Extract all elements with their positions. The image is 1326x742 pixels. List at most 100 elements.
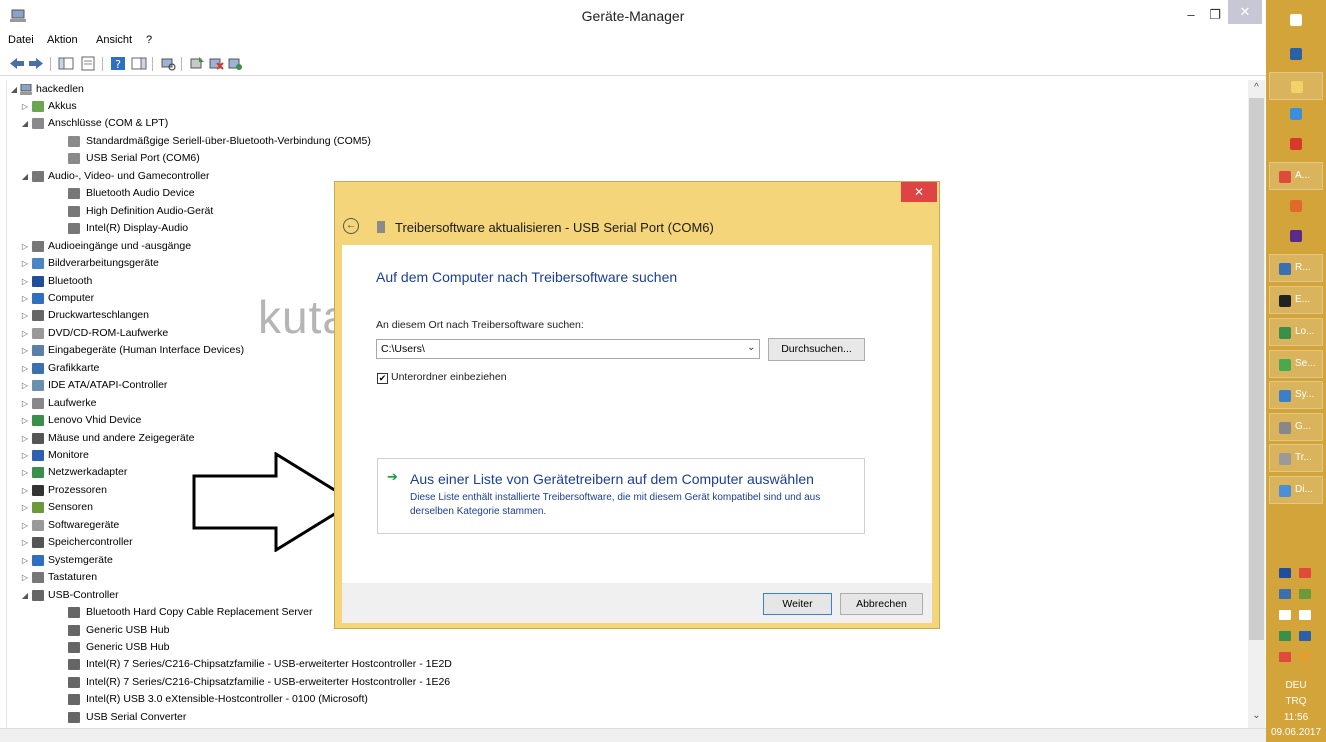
tray-icon[interactable] (1279, 652, 1291, 662)
taskbar-button[interactable] (1269, 130, 1323, 158)
tray-icon[interactable] (1299, 568, 1311, 578)
tray-icon[interactable] (1299, 631, 1311, 641)
scroll-up-arrow-icon[interactable]: ^ (1248, 82, 1265, 93)
tray-icon[interactable] (1279, 568, 1291, 578)
tree-item-label: Intel(R) USB 3.0 eXtensible-Hostcontroll… (86, 693, 368, 706)
dialog-title: Treibersoftware aktualisieren - USB Seri… (395, 220, 714, 235)
device-category-icon (32, 258, 44, 270)
properties-sheet-icon[interactable] (80, 56, 96, 71)
window-title: Geräte-Manager (581, 8, 685, 24)
taskbar-button[interactable]: E... (1269, 286, 1323, 314)
expand-arrow-icon[interactable]: ▷ (20, 238, 30, 255)
app-icon (1290, 14, 1302, 26)
back-arrow-icon[interactable] (9, 56, 25, 71)
choose-from-list-option[interactable]: ➔ Aus einer Liste von Gerätetreibern auf… (377, 458, 865, 534)
clock-time[interactable]: 11:56 (1266, 712, 1326, 723)
expand-arrow-icon[interactable]: ▷ (20, 342, 30, 359)
forward-arrow-icon[interactable] (28, 56, 44, 71)
browse-button[interactable]: Durchsuchen... (768, 338, 865, 361)
tree-item-label: USB Serial Port (COM6) (86, 152, 200, 165)
dialog-back-button[interactable]: ← (343, 218, 359, 234)
expand-arrow-icon[interactable]: ▷ (20, 412, 30, 429)
tray-icon[interactable] (1279, 610, 1291, 620)
taskbar-button[interactable]: Sy... (1269, 381, 1323, 409)
maximize-button[interactable]: ❐ (1204, 4, 1226, 26)
taskbar-button[interactable]: G... (1269, 413, 1323, 441)
scroll-down-arrow-icon[interactable]: ⌄ (1248, 710, 1265, 721)
include-subfolders-label[interactable]: Unterordner einbeziehen (391, 371, 507, 383)
vertical-scroll-thumb[interactable] (1249, 98, 1264, 640)
device-category-icon (32, 467, 44, 479)
taskbar-button[interactable]: Se... (1269, 350, 1323, 378)
clock-date[interactable]: 09.06.2017 (1266, 727, 1326, 738)
minimize-button[interactable]: – (1180, 4, 1202, 26)
menu-aktion[interactable]: Aktion (47, 34, 78, 46)
taskbar-button-label: G... (1295, 421, 1312, 432)
expand-arrow-icon[interactable]: ▷ (20, 395, 30, 412)
expand-arrow-icon[interactable]: ▷ (20, 499, 30, 516)
driver-path-combobox[interactable]: C:\Users\ (376, 339, 760, 359)
expand-arrow-icon[interactable]: ▷ (20, 517, 30, 534)
uninstall-device-icon[interactable] (227, 56, 243, 71)
expand-arrow-icon[interactable]: ▷ (20, 307, 30, 324)
tray-icon[interactable] (1279, 631, 1291, 641)
chevron-down-icon[interactable]: ⌄ (747, 342, 755, 353)
expand-arrow-icon[interactable]: ▷ (20, 360, 30, 377)
device-category-icon (32, 170, 44, 182)
show-hide-console-tree-icon[interactable] (58, 56, 74, 71)
update-driver-icon[interactable] (189, 56, 205, 71)
taskbar-button[interactable]: Lo... (1269, 318, 1323, 346)
expand-arrow-icon[interactable]: ▷ (20, 430, 30, 447)
expand-arrow-icon[interactable]: ▷ (20, 552, 30, 569)
cancel-button[interactable]: Abbrechen (840, 593, 923, 615)
tray-icon[interactable] (1299, 589, 1311, 599)
expand-arrow-icon[interactable]: ◢ (20, 168, 30, 185)
expand-arrow-icon[interactable]: ◢ (9, 81, 19, 98)
tray-icon[interactable] (1299, 652, 1311, 662)
taskbar-button[interactable] (1269, 40, 1323, 68)
taskbar-button[interactable] (1269, 222, 1323, 250)
language-indicator[interactable]: DEU (1266, 680, 1326, 691)
taskbar-button[interactable]: Tr... (1269, 444, 1323, 472)
taskbar-button[interactable] (1269, 6, 1323, 34)
expand-arrow-icon[interactable]: ▷ (20, 98, 30, 115)
menu-help[interactable]: ? (146, 34, 152, 46)
expand-arrow-icon[interactable]: ▷ (20, 255, 30, 272)
expand-arrow-icon[interactable]: ◢ (20, 587, 30, 604)
include-subfolders-checkbox[interactable]: ✔ (377, 373, 388, 384)
taskbar-button[interactable]: R... (1269, 254, 1323, 282)
expand-arrow-icon[interactable]: ▷ (20, 569, 30, 586)
expand-arrow-icon[interactable]: ▷ (20, 447, 30, 464)
expand-arrow-icon[interactable]: ▷ (20, 464, 30, 481)
scan-hardware-icon[interactable] (160, 56, 176, 71)
expand-arrow-icon[interactable]: ◢ (20, 115, 30, 132)
menu-datei[interactable]: Datei (8, 34, 34, 46)
expand-arrow-icon[interactable]: ▷ (20, 377, 30, 394)
menu-ansicht[interactable]: Ansicht (96, 34, 132, 46)
expand-arrow-icon[interactable]: ▷ (20, 325, 30, 342)
disable-device-icon[interactable] (208, 56, 224, 71)
expand-arrow-icon[interactable]: ▷ (20, 482, 30, 499)
next-button[interactable]: Weiter (763, 593, 832, 615)
device-category-icon (32, 275, 44, 287)
taskbar-button[interactable]: A... (1269, 162, 1323, 190)
close-button[interactable]: ✕ (1228, 0, 1262, 24)
toolbar-separator (181, 57, 182, 71)
help-icon[interactable]: ? (110, 56, 126, 71)
choose-from-list-title[interactable]: Aus einer Liste von Gerätetreibern auf d… (410, 471, 814, 487)
tray-icon[interactable] (1279, 589, 1291, 599)
taskbar-button[interactable]: Di... (1269, 476, 1323, 504)
taskbar-button[interactable] (1269, 72, 1323, 100)
show-action-pane-icon[interactable] (131, 56, 147, 71)
expand-arrow-icon[interactable]: ▷ (20, 534, 30, 551)
device-category-icon (68, 711, 80, 723)
taskbar-button[interactable] (1269, 100, 1323, 128)
dialog-close-button[interactable]: ✕ (901, 182, 937, 202)
title-bar[interactable]: Geräte-Manager – ❐ ✕ (0, 0, 1266, 32)
expand-arrow-icon[interactable]: ▷ (20, 273, 30, 290)
keyboard-layout-indicator[interactable]: TRQ (1266, 696, 1326, 707)
device-category-icon (32, 362, 44, 374)
expand-arrow-icon[interactable]: ▷ (20, 290, 30, 307)
tray-icon[interactable] (1299, 610, 1311, 620)
taskbar-button[interactable] (1269, 192, 1323, 220)
